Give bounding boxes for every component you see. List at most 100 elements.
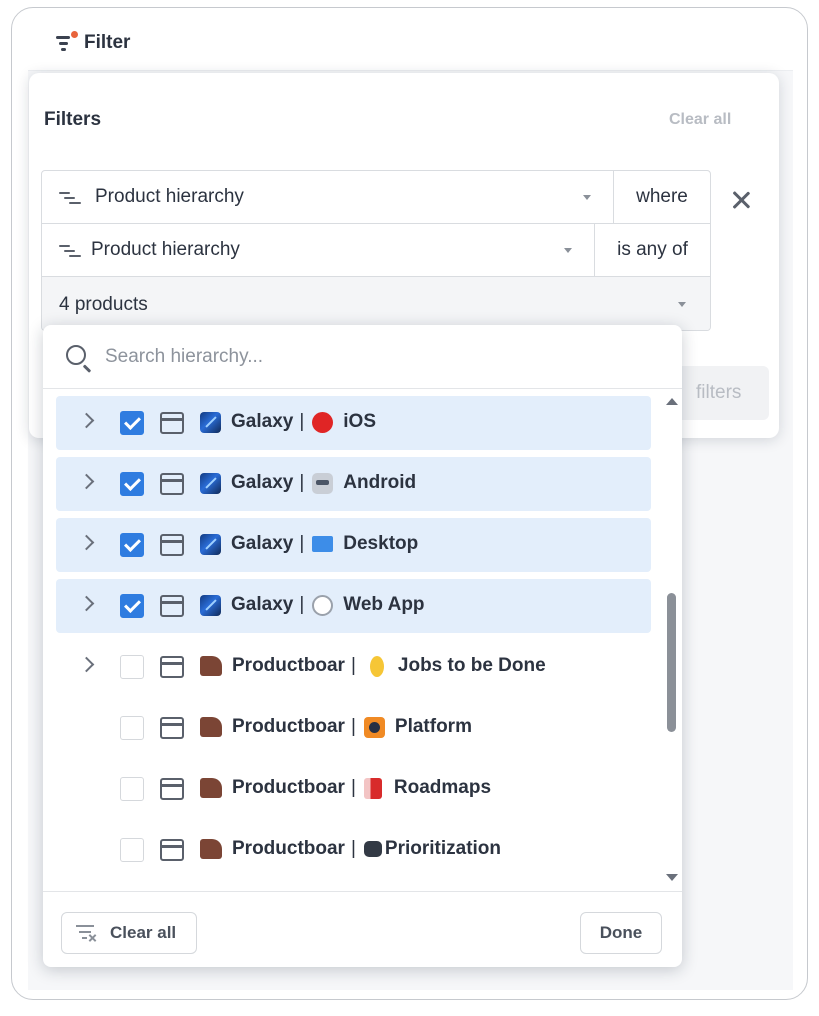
list-item[interactable]: Galaxy | Web App xyxy=(56,579,651,633)
chevron-right-icon[interactable] xyxy=(78,412,95,429)
item-name: Prioritization xyxy=(384,838,502,859)
galaxy-icon xyxy=(200,472,221,494)
item-org: Productboar xyxy=(232,716,345,737)
productboard-icon xyxy=(200,717,222,737)
item-name: Desktop xyxy=(343,533,419,554)
chevron-down-icon xyxy=(678,302,686,307)
separator: | xyxy=(299,472,305,493)
app-frame: Filter Filters Clear all Product hierarc… xyxy=(11,7,808,1000)
chevron-down-icon xyxy=(564,248,572,253)
checkbox[interactable] xyxy=(120,411,144,435)
desktop-icon xyxy=(312,536,334,552)
separator: | xyxy=(350,838,356,859)
done-button[interactable]: Done xyxy=(580,912,662,954)
productboard-icon xyxy=(200,656,222,676)
checkbox[interactable] xyxy=(120,716,144,740)
field-select-value: Product hierarchy xyxy=(95,186,244,207)
separator: | xyxy=(299,411,305,432)
list-item[interactable]: Productboar | Jobs to be Done xyxy=(56,640,651,694)
clear-all-button-label: Clear all xyxy=(110,923,177,942)
item-name: iOS xyxy=(343,411,376,432)
productboard-icon xyxy=(200,778,222,798)
galaxy-icon xyxy=(200,411,221,433)
product-window-icon xyxy=(160,412,184,434)
value-select-text: 4 products xyxy=(59,293,148,315)
item-name: Android xyxy=(343,472,417,493)
list-item[interactable]: Productboar | Platform xyxy=(56,701,651,755)
item-org: Galaxy xyxy=(231,472,294,493)
filter-row-field: Product hierarchy where xyxy=(42,171,710,224)
chevron-down-icon xyxy=(583,195,591,200)
filter-row-condition: Product hierarchy is any of xyxy=(42,224,710,277)
list-item[interactable]: Galaxy | iOS xyxy=(56,396,651,450)
checkbox[interactable] xyxy=(120,472,144,496)
scroll-down-arrow-icon[interactable] xyxy=(666,874,678,881)
scrollbar[interactable] xyxy=(665,390,679,890)
item-org: Galaxy xyxy=(231,411,294,432)
product-window-icon xyxy=(160,595,184,617)
filter-button-label: Filter xyxy=(84,32,131,53)
separator: | xyxy=(350,716,356,737)
item-org: Productboar xyxy=(232,655,345,676)
checkbox[interactable] xyxy=(120,533,144,557)
background-divider xyxy=(28,70,793,71)
galaxy-icon xyxy=(200,533,221,555)
separator: | xyxy=(350,655,356,676)
item-org: Productboar xyxy=(232,777,345,798)
remove-filter-close-icon[interactable] xyxy=(730,189,752,211)
filter-icon xyxy=(56,31,78,53)
lightbulb-icon xyxy=(369,655,384,677)
platform-icon xyxy=(363,716,385,738)
clear-filter-icon xyxy=(76,923,98,943)
checkbox[interactable] xyxy=(120,655,144,679)
operator-where: where xyxy=(636,186,688,207)
condition-field-value: Product hierarchy xyxy=(91,239,240,260)
clear-all-filters-link[interactable]: Clear all xyxy=(669,111,731,129)
list-item[interactable]: Galaxy | Desktop xyxy=(56,518,651,572)
chevron-right-icon[interactable] xyxy=(78,656,95,673)
list-item[interactable]: Galaxy | Android xyxy=(56,457,651,511)
search-bar xyxy=(43,325,682,389)
product-window-icon xyxy=(160,839,184,861)
add-filters-label: filters xyxy=(696,382,742,403)
condition-field-select[interactable]: Product hierarchy xyxy=(42,224,595,276)
hierarchy-icon xyxy=(59,243,81,257)
filter-button[interactable]: Filter xyxy=(56,28,130,58)
list-item[interactable]: Productboar | Roadmaps xyxy=(56,762,651,816)
galaxy-icon xyxy=(200,594,221,616)
filters-panel-title: Filters xyxy=(44,109,102,130)
hierarchy-icon xyxy=(59,190,81,204)
item-org: Galaxy xyxy=(231,594,294,615)
search-icon xyxy=(66,345,86,365)
field-select[interactable]: Product hierarchy xyxy=(42,171,614,223)
item-org: Productboar xyxy=(232,838,345,859)
separator: | xyxy=(299,594,305,615)
item-name: Jobs to be Done xyxy=(397,655,546,676)
done-button-label: Done xyxy=(599,923,643,942)
chevron-right-icon[interactable] xyxy=(78,473,95,490)
product-window-icon xyxy=(160,656,184,678)
hierarchy-dropdown: Galaxy | iOS Galaxy | Android xyxy=(43,325,682,967)
clear-all-button[interactable]: Clear all xyxy=(61,912,197,954)
scroll-up-arrow-icon[interactable] xyxy=(666,398,678,405)
chevron-right-icon[interactable] xyxy=(78,534,95,551)
checkbox[interactable] xyxy=(120,777,144,801)
search-input[interactable] xyxy=(105,339,625,375)
checkbox[interactable] xyxy=(120,838,144,862)
checkbox[interactable] xyxy=(120,594,144,618)
chevron-right-icon[interactable] xyxy=(78,595,95,612)
item-name: Web App xyxy=(343,594,425,615)
list-item[interactable]: Productboar | Prioritization xyxy=(56,823,651,877)
operator-select[interactable]: is any of xyxy=(595,224,710,276)
hierarchy-list: Galaxy | iOS Galaxy | Android Galaxy | D… xyxy=(43,390,663,885)
add-filters-button[interactable]: filters xyxy=(669,366,769,420)
scrollbar-thumb[interactable] xyxy=(667,593,676,732)
robot-icon xyxy=(312,472,334,494)
item-org: Galaxy xyxy=(231,533,294,554)
filter-row-value[interactable]: 4 products xyxy=(42,277,710,330)
productboard-icon xyxy=(200,839,222,859)
binoculars-icon xyxy=(363,841,382,857)
product-window-icon xyxy=(160,473,184,495)
dropdown-footer: Clear all Done xyxy=(43,891,682,967)
notification-dot xyxy=(71,31,78,38)
